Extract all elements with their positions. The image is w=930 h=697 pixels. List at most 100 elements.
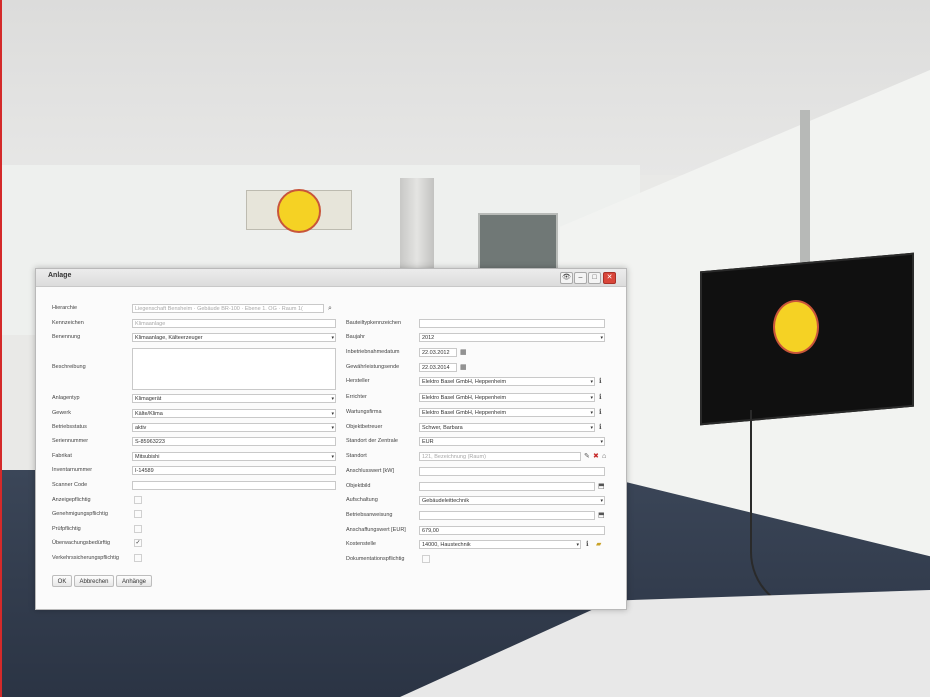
delete-icon[interactable]: ✖ bbox=[593, 452, 599, 461]
kennzeichen-field[interactable]: Klimaanlage bbox=[132, 319, 336, 328]
cancel-button[interactable]: Abbrechen bbox=[74, 575, 114, 587]
chevron-down-icon[interactable]: ▾ bbox=[331, 410, 334, 417]
label-kostenstelle: Kostenstelle bbox=[346, 541, 376, 547]
baujahr-value: 2012 bbox=[422, 335, 435, 341]
edit-icon[interactable]: ✎ bbox=[584, 452, 590, 461]
prufpflichtig-checkbox[interactable] bbox=[134, 525, 142, 533]
objektbetreuer-field[interactable]: Schwer, Barbara ▾ bbox=[419, 423, 595, 432]
anschaffungswert-eur-field[interactable]: 679,00 bbox=[419, 526, 605, 535]
aufschaltung-value: Gebäudeleittechnik bbox=[422, 498, 470, 504]
info-icon[interactable]: ℹ bbox=[599, 423, 602, 432]
fabrikat-field[interactable]: Mitsubishi ▾ bbox=[132, 452, 336, 461]
genehmigungspflichtig-checkbox[interactable] bbox=[134, 510, 142, 518]
chevron-down-icon[interactable]: ▾ bbox=[590, 424, 593, 431]
wartungsfirma-field[interactable]: Elektro Basel GmbH, Heppenheim ▾ bbox=[419, 408, 595, 417]
label-benennung: Benennung bbox=[52, 334, 81, 340]
gewahrleistungsende-field[interactable]: 22.03.2014 bbox=[419, 363, 457, 372]
anschaffungswert-eur-value: 679,00 bbox=[422, 528, 439, 534]
kostenstelle-field[interactable]: 14000, Haustechnik ▾ bbox=[419, 540, 581, 549]
inventarnummer-field[interactable]: I-14589 bbox=[132, 466, 336, 475]
label-scanner-code: Scanner Code bbox=[52, 482, 88, 488]
label-bauteiltypkennzeichen: Bauteiltypkennzeichen bbox=[346, 320, 402, 326]
close-button[interactable]: ✕ bbox=[603, 272, 616, 284]
betriebsstatus-field[interactable]: aktiv ▾ bbox=[132, 423, 336, 432]
inbetriebnahmedatum-field[interactable]: 22.03.2012 bbox=[419, 348, 457, 357]
baujahr-field[interactable]: 2012 ▾ bbox=[419, 333, 605, 342]
info-icon[interactable]: ℹ bbox=[599, 393, 602, 402]
scanner-code-field[interactable] bbox=[132, 481, 336, 490]
chevron-down-icon[interactable]: ▾ bbox=[600, 497, 603, 504]
standort-der-zentrale-field[interactable]: EUR ▾ bbox=[419, 437, 605, 446]
seriennummer-field[interactable]: S-85963223 bbox=[132, 437, 336, 446]
hierarchie-value: Liegenschaft Bensheim · Gebäude BR-100 ·… bbox=[135, 306, 303, 312]
maximize-button[interactable]: □ bbox=[588, 272, 601, 284]
label-wartungsfirma: Wartungsfirma bbox=[346, 409, 382, 415]
eye-icon[interactable]: 👁 bbox=[560, 272, 573, 284]
calendar-icon[interactable]: ▦ bbox=[460, 363, 467, 372]
info-icon[interactable]: ℹ bbox=[586, 540, 589, 549]
objektbetreuer-value: Schwer, Barbara bbox=[422, 425, 463, 431]
home-icon[interactable]: ⌂ bbox=[602, 452, 606, 461]
chevron-down-icon[interactable]: ▾ bbox=[590, 378, 593, 385]
anschlusswert-kw-field[interactable] bbox=[419, 467, 605, 476]
benennung-field[interactable]: Klimaanlage, Kälteerzeuger ▾ bbox=[132, 333, 336, 342]
anlagentyp-field[interactable]: Klimagerät ▾ bbox=[132, 394, 336, 403]
wartungsfirma-value: Elektro Basel GmbH, Heppenheim bbox=[422, 410, 507, 416]
folder-icon[interactable]: ▰ bbox=[596, 540, 601, 549]
chevron-down-icon[interactable]: ▾ bbox=[576, 541, 579, 548]
errichter-field[interactable]: Elektro Basel GmbH, Heppenheim ▾ bbox=[419, 393, 595, 402]
upload-icon[interactable]: ⬒ bbox=[598, 511, 605, 520]
hierarchie-field[interactable]: Liegenschaft Bensheim · Gebäude BR-100 ·… bbox=[132, 304, 324, 313]
verkehrssicherungspflichtig-checkbox[interactable] bbox=[134, 554, 142, 562]
standort-field[interactable]: 121, Bezeichnung (Raum) bbox=[419, 452, 581, 461]
aufschaltung-field[interactable]: Gebäudeleittechnik ▾ bbox=[419, 496, 605, 505]
uberwachungsbedurftig-checkbox[interactable]: ✓ bbox=[134, 539, 142, 547]
label-anschlusswert-kw: Anschlusswert [kW] bbox=[346, 468, 394, 474]
chevron-down-icon[interactable]: ▾ bbox=[590, 394, 593, 401]
betriebsanweisung-field[interactable] bbox=[419, 511, 595, 520]
upload-icon[interactable]: ⬒ bbox=[598, 482, 605, 491]
beschreibung-field[interactable] bbox=[132, 348, 336, 390]
chevron-down-icon[interactable]: ▾ bbox=[600, 334, 603, 341]
label-genehmigungspflichtig: Genehmigungspflichtig bbox=[52, 511, 108, 517]
label-betriebsanweisung: Betriebsanweisung bbox=[346, 512, 393, 518]
chevron-down-icon[interactable]: ▾ bbox=[600, 438, 603, 445]
objektbild-field[interactable] bbox=[419, 482, 595, 491]
gewerk-field[interactable]: Kälte/Klima ▾ bbox=[132, 409, 336, 418]
minimize-button[interactable]: – bbox=[574, 272, 587, 284]
ok-button[interactable]: OK bbox=[52, 575, 72, 587]
search-icon[interactable]: ⌕ bbox=[328, 304, 332, 313]
benennung-value: Klimaanlage, Kälteerzeuger bbox=[135, 335, 203, 341]
chevron-down-icon[interactable]: ▾ bbox=[331, 334, 334, 341]
label-betriebsstatus: Betriebsstatus bbox=[52, 424, 87, 430]
anzeigepflichtig-checkbox[interactable] bbox=[134, 496, 142, 504]
hotspot-marker-tv[interactable] bbox=[773, 300, 819, 354]
chevron-down-icon[interactable]: ▾ bbox=[331, 453, 334, 460]
label-hierarchie: Hierarchie bbox=[52, 305, 78, 311]
kennzeichen-value: Klimaanlage bbox=[135, 321, 166, 327]
chevron-down-icon[interactable]: ▾ bbox=[331, 424, 334, 431]
label-inventarnummer: Inventarnummer bbox=[52, 467, 93, 473]
label-errichter: Errichter bbox=[346, 394, 367, 400]
hotspot-marker-ac[interactable] bbox=[277, 189, 321, 233]
hersteller-field[interactable]: Elektro Basel GmbH, Heppenheim ▾ bbox=[419, 377, 595, 386]
label-gewahrleistungsende: Gewährleistungsende bbox=[346, 364, 400, 370]
label-verkehrssicherungspflichtig: Verkehrssicherungspflichtig bbox=[52, 555, 119, 561]
gewahrleistungsende-value: 22.03.2014 bbox=[422, 365, 450, 371]
errichter-value: Elektro Basel GmbH, Heppenheim bbox=[422, 395, 507, 401]
label-anschaffungswert-eur: Anschaffungswert [EUR] bbox=[346, 527, 406, 533]
bauteiltypkennzeichen-field[interactable] bbox=[419, 319, 605, 328]
chevron-down-icon[interactable]: ▾ bbox=[331, 395, 334, 402]
fabrikat-value: Mitsubishi bbox=[135, 454, 160, 460]
label-baujahr: Baujahr bbox=[346, 334, 365, 340]
chevron-down-icon[interactable]: ▾ bbox=[590, 409, 593, 416]
label-anlagentyp: Anlagentyp bbox=[52, 395, 80, 401]
attachments-button[interactable]: Anhänge bbox=[116, 575, 152, 587]
info-icon[interactable]: ℹ bbox=[599, 377, 602, 386]
dialog-titlebar[interactable]: Anlage 👁 – □ ✕ bbox=[36, 269, 626, 287]
dokumentationspflichtig-checkbox[interactable] bbox=[422, 555, 430, 563]
label-objektbetreuer: Objektbetreuer bbox=[346, 424, 383, 430]
info-icon[interactable]: ℹ bbox=[599, 408, 602, 417]
label-beschreibung: Beschreibung bbox=[52, 364, 86, 370]
calendar-icon[interactable]: ▦ bbox=[460, 348, 467, 357]
